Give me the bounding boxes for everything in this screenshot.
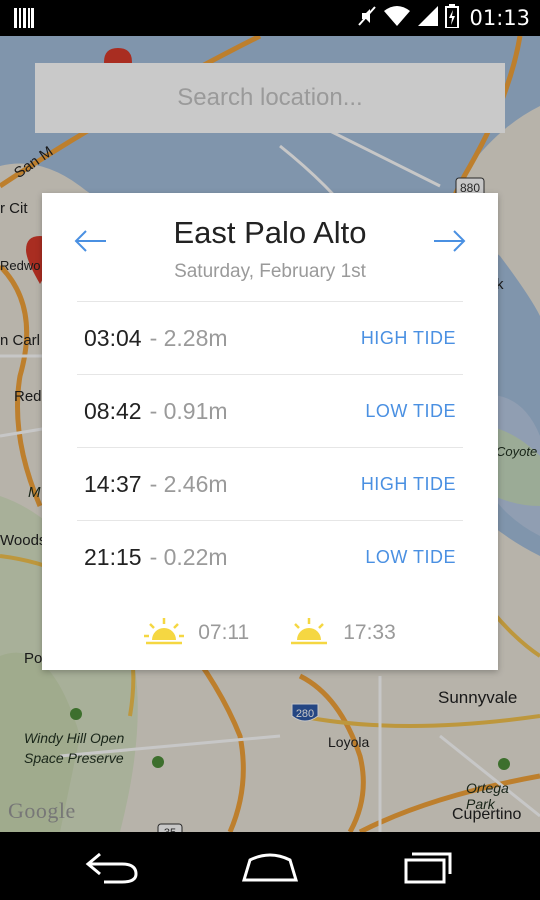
home-button[interactable]: [240, 846, 300, 886]
recent-apps-icon: [404, 852, 452, 884]
tide-time: 03:04: [84, 324, 142, 351]
back-icon: [85, 852, 138, 884]
arrow-right-icon: [434, 230, 466, 252]
mute-icon: [357, 5, 377, 31]
sun-times: 07:11 17:33: [42, 615, 498, 651]
sunset-icon: [289, 616, 329, 650]
tide-type: LOW TIDE: [365, 400, 456, 421]
tide-type: HIGH TIDE: [360, 473, 456, 494]
tide-time: 14:37: [84, 470, 142, 497]
sunrise-time: 07:11: [198, 621, 250, 644]
tide-card: East Palo Alto Saturday, February 1st 03…: [42, 193, 498, 670]
next-day-button[interactable]: [428, 227, 468, 255]
tide-type: HIGH TIDE: [360, 327, 456, 348]
home-icon: [241, 853, 299, 882]
status-bar: 01:13: [0, 0, 540, 36]
tide-type: LOW TIDE: [365, 547, 456, 567]
tide-row: 14:37 - 2.46m HIGH TIDE: [77, 447, 463, 520]
navigation-bar: [0, 832, 540, 900]
battery-icon: [445, 4, 460, 32]
card-header: East Palo Alto Saturday, February 1st: [42, 193, 498, 301]
tide-time: 21:15: [84, 544, 142, 570]
back-button[interactable]: [82, 846, 142, 886]
tide-height: - 2.46m: [149, 470, 228, 497]
tide-row: 21:15 - 0.22m LOW TIDE: [77, 520, 463, 594]
date-subtitle: Saturday, February 1st: [174, 261, 366, 282]
tide-height: - 0.91m: [149, 397, 228, 424]
signal-icon: [417, 5, 439, 31]
tide-height: - 0.22m: [149, 544, 228, 570]
tide-height: - 2.28m: [149, 324, 228, 351]
tide-row: 03:04 - 2.28m HIGH TIDE: [77, 301, 463, 374]
sunset-time: 17:33: [343, 621, 396, 644]
tide-list: 03:04 - 2.28m HIGH TIDE 08:42 - 0.91m LO…: [77, 301, 463, 594]
search-input[interactable]: [35, 62, 505, 134]
wifi-icon: [383, 5, 411, 31]
tide-time: 08:42: [84, 397, 142, 424]
sunrise-icon: [144, 616, 185, 650]
search-box[interactable]: [35, 62, 505, 134]
status-clock: 01:13: [469, 6, 530, 30]
recent-apps-button[interactable]: [398, 846, 458, 886]
tide-row: 08:42 - 0.91m LOW TIDE: [77, 374, 463, 447]
barcode-icon: [14, 8, 34, 32]
